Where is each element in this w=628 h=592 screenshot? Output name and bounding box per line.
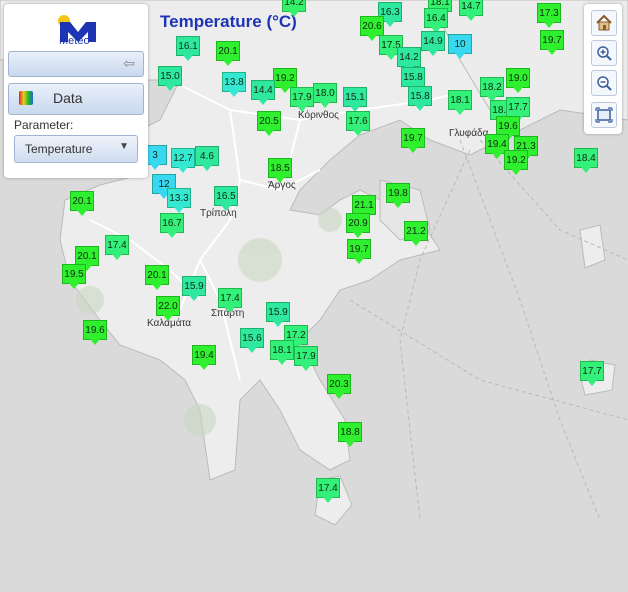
station-marker[interactable]: 13.8 <box>222 72 246 97</box>
station-marker[interactable]: 4.6 <box>195 146 219 171</box>
station-marker[interactable]: 15.0 <box>158 66 182 91</box>
station-marker[interactable]: 17.3 <box>537 3 561 28</box>
station-marker[interactable]: 19.7 <box>347 239 371 264</box>
full-extent-button[interactable] <box>591 102 617 128</box>
station-marker[interactable]: 20.5 <box>257 111 281 136</box>
zoom-out-icon <box>597 76 612 91</box>
station-marker[interactable]: 17.6 <box>346 111 370 136</box>
logo-text: Meteo <box>59 35 90 47</box>
zoom-out-button[interactable] <box>591 70 617 96</box>
station-marker[interactable]: 19.6 <box>83 320 107 345</box>
station-marker[interactable]: 17.4 <box>218 288 242 313</box>
station-marker[interactable]: 19.2 <box>504 150 528 175</box>
station-marker[interactable]: 20.3 <box>327 374 351 399</box>
station-marker[interactable]: 19.6 <box>496 116 520 141</box>
station-marker[interactable]: 10 <box>448 34 472 59</box>
station-marker[interactable]: 18.5 <box>268 158 292 183</box>
station-marker[interactable]: 17.4 <box>316 478 340 503</box>
station-marker[interactable]: 19.8 <box>386 183 410 208</box>
station-marker[interactable]: 15.9 <box>182 276 206 301</box>
station-marker[interactable]: 15.8 <box>408 86 432 111</box>
zoom-in-button[interactable] <box>591 40 617 66</box>
station-marker[interactable]: 14.2 <box>397 47 421 72</box>
station-marker[interactable]: 18.0 <box>313 83 337 108</box>
station-marker[interactable]: 13.3 <box>167 188 191 213</box>
map-title: Temperature (°C) <box>160 12 297 31</box>
station-marker[interactable]: 16.1 <box>176 36 200 61</box>
station-marker[interactable]: 21.2 <box>404 221 428 246</box>
station-marker[interactable]: 18.8 <box>338 422 362 447</box>
full-extent-icon <box>595 107 613 123</box>
station-marker[interactable]: 18.1 <box>448 90 472 115</box>
station-marker[interactable]: 22.0 <box>156 296 180 321</box>
station-marker[interactable]: 21.1 <box>352 195 376 220</box>
control-panel: Meteo ⇦ Data Parameter: Temperature ▼ <box>4 4 148 178</box>
chevron-down-icon: ▼ <box>119 141 129 152</box>
station-marker[interactable]: 17.9 <box>294 346 318 371</box>
station-marker[interactable]: 19.0 <box>506 68 530 93</box>
station-marker[interactable]: 18.2 <box>480 77 504 102</box>
station-marker[interactable]: 20.1 <box>75 246 99 271</box>
station-marker[interactable]: 16.4 <box>424 8 448 33</box>
station-marker[interactable]: 17.4 <box>105 235 129 260</box>
station-marker[interactable]: 14.4 <box>251 80 275 105</box>
station-marker[interactable]: 20.1 <box>145 265 169 290</box>
station-marker[interactable]: 17.9 <box>290 87 314 112</box>
station-marker[interactable]: 20.6 <box>360 16 384 41</box>
data-button[interactable]: Data <box>8 83 144 115</box>
station-marker[interactable]: 18.1 <box>270 340 294 365</box>
station-marker[interactable]: 20.1 <box>216 41 240 66</box>
home-icon <box>596 14 612 31</box>
station-marker[interactable]: 15.9 <box>266 302 290 327</box>
station-marker[interactable]: 19.7 <box>540 30 564 55</box>
station-marker[interactable]: 15.8 <box>401 67 425 92</box>
station-marker[interactable]: 16.7 <box>160 213 184 238</box>
station-marker[interactable]: 14.9 <box>421 31 445 56</box>
station-marker[interactable]: 17.7 <box>506 97 530 122</box>
station-marker[interactable]: 14.2 <box>282 0 306 17</box>
parameter-select[interactable]: Temperature ▼ <box>14 135 138 163</box>
station-marker[interactable]: 19.2 <box>273 68 297 93</box>
map-toolbar <box>584 4 622 134</box>
station-marker[interactable]: 20.1 <box>70 191 94 216</box>
parameter-label: Parameter: <box>14 118 74 132</box>
station-marker[interactable]: 15.1 <box>343 87 367 112</box>
back-arrow-icon: ⇦ <box>123 55 135 71</box>
station-marker[interactable]: 19.5 <box>62 264 86 289</box>
zoom-in-icon <box>597 46 612 61</box>
station-marker[interactable]: 20.9 <box>346 213 370 238</box>
palette-icon <box>19 91 33 105</box>
station-marker[interactable]: 19.4 <box>192 345 216 370</box>
station-marker[interactable]: 17.7 <box>580 361 604 386</box>
station-marker[interactable]: 14.7 <box>459 0 483 21</box>
parameter-value: Temperature <box>25 142 93 156</box>
city-label: Τρίπολη <box>200 208 237 219</box>
station-marker[interactable]: 15.6 <box>240 328 264 353</box>
station-marker[interactable]: 19.7 <box>401 128 425 153</box>
station-marker[interactable]: 18.4 <box>574 148 598 173</box>
data-button-label: Data <box>53 90 83 106</box>
home-button[interactable] <box>591 10 617 36</box>
station-marker[interactable]: 16.5 <box>214 186 238 211</box>
station-marker[interactable]: 12.7 <box>171 148 195 173</box>
collapse-panel-button[interactable]: ⇦ <box>8 51 144 77</box>
city-label: Γλυφάδα <box>449 128 489 139</box>
